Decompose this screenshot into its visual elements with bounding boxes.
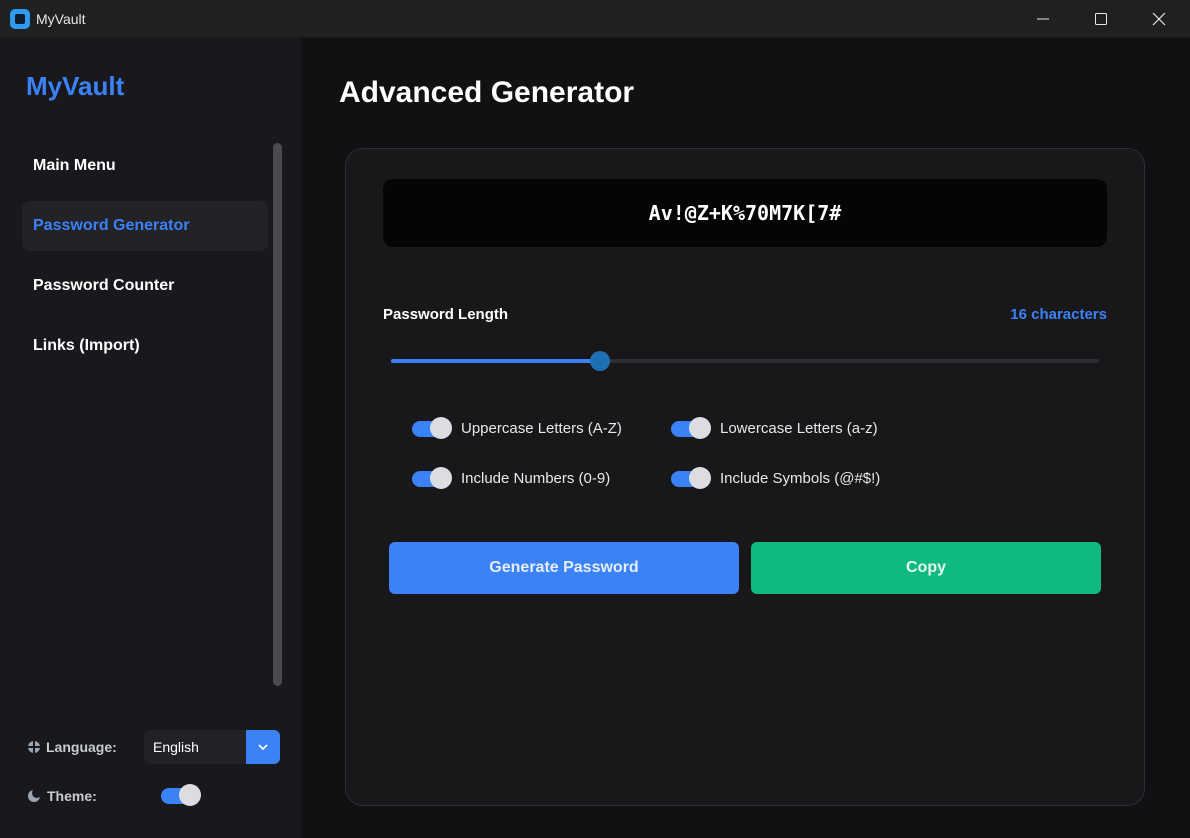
generate-password-button[interactable]: Generate Password xyxy=(389,542,739,594)
numbers-label: Include Numbers (0-9) xyxy=(461,470,611,487)
toggle-knob xyxy=(689,467,711,489)
toggle-knob xyxy=(430,467,452,489)
password-display: Av!@Z+K%70M7K[7# xyxy=(383,179,1107,247)
password-length-label: Password Length xyxy=(383,306,509,323)
sidebar-item-password-counter[interactable]: Password Counter xyxy=(22,261,268,311)
copy-button[interactable]: Copy xyxy=(751,542,1101,594)
brand-title: MyVault xyxy=(26,71,125,101)
chevron-down-icon xyxy=(258,744,268,751)
lowercase-label: Lowercase Letters (a-z) xyxy=(720,420,878,437)
theme-row: Theme: xyxy=(28,782,278,808)
toggle-knob xyxy=(430,417,452,439)
generated-password: Av!@Z+K%70M7K[7# xyxy=(648,201,842,225)
uppercase-label: Uppercase Letters (A-Z) xyxy=(461,420,622,437)
close-button[interactable] xyxy=(1130,0,1188,38)
uppercase-toggle[interactable] xyxy=(412,417,452,439)
minimize-button[interactable] xyxy=(1014,0,1072,38)
sidebar-item-password-generator[interactable]: Password Generator xyxy=(22,201,268,251)
password-length-value: 16 characters xyxy=(1010,306,1107,323)
theme-label: Theme: xyxy=(47,788,97,804)
language-label: Language: xyxy=(46,739,117,755)
toggle-knob xyxy=(689,417,711,439)
language-value: English xyxy=(153,739,199,755)
slider-fill xyxy=(391,359,600,363)
page-title: Advanced Generator xyxy=(339,76,635,109)
sidebar-item-main-menu[interactable]: Main Menu xyxy=(22,141,268,191)
language-row: Language: English xyxy=(28,730,280,764)
numbers-toggle[interactable] xyxy=(412,467,452,489)
language-select[interactable]: English xyxy=(144,730,280,764)
globe-icon xyxy=(28,741,40,753)
minimize-icon xyxy=(1037,18,1049,20)
close-icon xyxy=(1152,12,1166,26)
theme-toggle[interactable] xyxy=(161,784,201,806)
symbols-label: Include Symbols (@#$!) xyxy=(720,470,881,487)
symbols-toggle[interactable] xyxy=(671,467,711,489)
slider-thumb[interactable] xyxy=(590,351,610,371)
lowercase-toggle[interactable] xyxy=(671,417,711,439)
window-title: MyVault xyxy=(36,11,86,27)
maximize-icon xyxy=(1095,13,1107,25)
moon-icon xyxy=(28,788,42,802)
maximize-button[interactable] xyxy=(1072,0,1130,38)
language-dropdown-button[interactable] xyxy=(246,730,280,764)
title-bar: MyVault xyxy=(0,0,1190,38)
sidebar: MyVault Main Menu Password Generator Pas… xyxy=(0,38,301,838)
sidebar-scrollbar[interactable] xyxy=(273,143,282,686)
password-length-slider[interactable] xyxy=(391,351,1099,371)
app-icon xyxy=(10,9,30,29)
toggle-knob xyxy=(179,784,201,806)
sidebar-item-links-import[interactable]: Links (Import) xyxy=(22,321,268,371)
